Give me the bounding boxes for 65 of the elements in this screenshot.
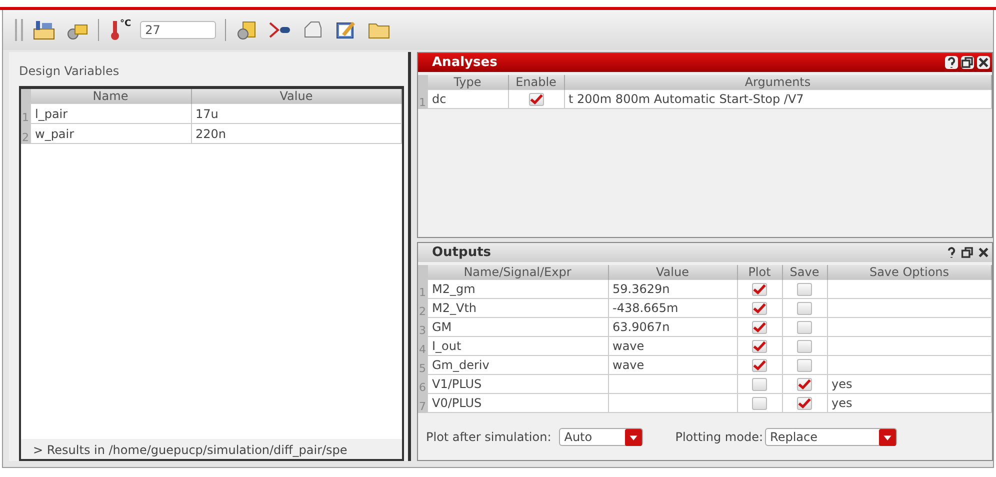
help-icon[interactable] bbox=[945, 56, 958, 69]
checkbox[interactable] bbox=[797, 397, 812, 410]
checkbox[interactable] bbox=[797, 378, 812, 392]
checkbox[interactable] bbox=[797, 283, 812, 296]
thermometer-icon bbox=[108, 19, 120, 41]
checkbox[interactable] bbox=[797, 340, 812, 354]
column-header[interactable]: Enable bbox=[508, 75, 564, 90]
column-header[interactable]: Name/Signal/Expr bbox=[428, 265, 608, 280]
table-cell: M2_Vth bbox=[428, 298, 608, 318]
checkbox[interactable] bbox=[797, 302, 812, 316]
table-cell: wave bbox=[612, 339, 644, 353]
temperature-field[interactable]: 27 bbox=[140, 21, 216, 39]
column-header[interactable]: Save Options bbox=[827, 265, 992, 280]
column-header[interactable]: Name bbox=[30, 89, 191, 104]
close-icon[interactable] bbox=[977, 56, 990, 69]
table-cell: I_out bbox=[428, 336, 608, 356]
checkbox[interactable] bbox=[797, 321, 812, 334]
table-cell: dc bbox=[428, 90, 508, 108]
field-label: Plotting mode: bbox=[675, 430, 764, 444]
checkbox[interactable] bbox=[752, 359, 767, 372]
table-cell: Gm_deriv bbox=[428, 356, 608, 374]
column-header[interactable]: Plot bbox=[737, 265, 782, 280]
panel-title: Outputs bbox=[432, 245, 492, 260]
toolbar-grip[interactable] bbox=[15, 19, 23, 41]
checkbox[interactable] bbox=[752, 321, 767, 334]
plotting-mode-dropdown[interactable]: Replace bbox=[765, 428, 898, 446]
table-cell: V0/PLUS bbox=[428, 394, 608, 412]
caret-icon[interactable] bbox=[625, 428, 642, 446]
help-icon[interactable] bbox=[945, 246, 958, 259]
table-cell: V1/PLUS bbox=[428, 374, 608, 394]
table-cell: -438.665m bbox=[612, 301, 678, 315]
table-cell: l_pair bbox=[30, 104, 191, 124]
table-cell: M2_gm bbox=[428, 280, 608, 298]
checkbox[interactable] bbox=[752, 283, 767, 296]
table-cell: 220n bbox=[191, 124, 402, 144]
table-cell: 17u bbox=[191, 104, 402, 124]
table-cell: 63.9067n bbox=[612, 320, 670, 334]
field-label: Plot after simulation: bbox=[426, 430, 552, 444]
column-header[interactable]: Type bbox=[428, 75, 508, 90]
table-cell: GM bbox=[428, 318, 608, 336]
checkbox[interactable] bbox=[752, 378, 767, 392]
table-cell: wave bbox=[612, 358, 644, 372]
checkbox[interactable] bbox=[752, 302, 767, 316]
checkbox[interactable] bbox=[797, 359, 812, 372]
table-cell: yes bbox=[832, 396, 852, 410]
plot-after-dropdown[interactable]: Auto bbox=[559, 428, 644, 446]
temperature-unit: °C bbox=[120, 19, 132, 29]
checkbox[interactable] bbox=[752, 340, 767, 354]
close-icon[interactable] bbox=[977, 246, 990, 259]
restore-icon[interactable] bbox=[961, 246, 974, 259]
table-cell: 59.3629n bbox=[612, 282, 670, 296]
column-header[interactable]: Value bbox=[191, 89, 402, 104]
column-header[interactable]: Value bbox=[608, 265, 737, 280]
table-cell: t 200m 800m Automatic Start-Stop /V7 bbox=[564, 90, 992, 108]
checkbox[interactable] bbox=[528, 93, 544, 106]
panel-title: Analyses bbox=[432, 55, 498, 70]
column-header[interactable]: Arguments bbox=[564, 75, 992, 90]
table-cell: yes bbox=[832, 377, 852, 391]
caret-icon[interactable] bbox=[879, 428, 896, 446]
results-path: > Results in /home/guepucp/simulation/diff_pair/spe bbox=[21, 439, 402, 459]
table-cell: w_pair bbox=[30, 124, 191, 144]
panel-title: Design Variables bbox=[19, 64, 120, 78]
checkbox[interactable] bbox=[752, 397, 767, 410]
column-header[interactable]: Save bbox=[782, 265, 827, 280]
restore-icon[interactable] bbox=[961, 56, 974, 69]
